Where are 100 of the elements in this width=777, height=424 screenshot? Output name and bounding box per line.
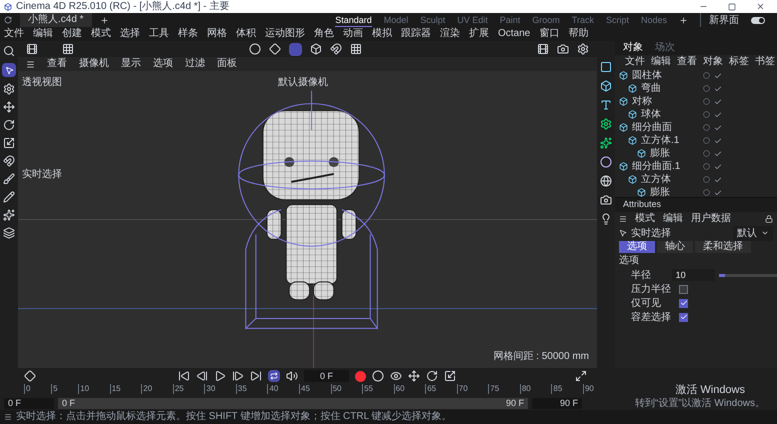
render-settings-icon[interactable]	[577, 43, 589, 55]
view-menu-item[interactable]: 面板	[217, 59, 237, 69]
previous-frame-icon[interactable]	[196, 370, 208, 382]
object-name[interactable]: 对称	[632, 96, 652, 106]
light-icon[interactable]	[600, 213, 612, 225]
view-menu-item[interactable]: 过滤	[185, 59, 205, 69]
film-icon[interactable]	[26, 43, 38, 55]
menu-item[interactable]: 文件	[4, 29, 24, 39]
plane-icon[interactable]	[600, 61, 612, 73]
panel-menu-item[interactable]: 用户数据	[691, 214, 731, 224]
object-name[interactable]: 细分曲面.1	[632, 162, 680, 172]
toggle-switch[interactable]	[751, 16, 765, 24]
checkbox[interactable]	[679, 312, 688, 322]
menu-item[interactable]: 扩展	[469, 29, 489, 39]
view-menu-item[interactable]: 查看	[47, 59, 67, 69]
first-frame-icon[interactable]	[178, 370, 190, 382]
sound-icon[interactable]	[286, 370, 298, 382]
menu-item[interactable]: 编辑	[33, 29, 53, 39]
preset-dropdown[interactable]: 默认	[733, 226, 773, 240]
object-mode-icon[interactable]	[310, 43, 322, 55]
object-name[interactable]: 弯曲	[641, 84, 661, 94]
menu-item[interactable]: 角色	[314, 29, 334, 39]
panel-menu-item[interactable]: 编辑	[663, 214, 683, 224]
menu-item[interactable]: 窗口	[539, 29, 560, 39]
menu-item[interactable]: 模拟	[372, 29, 392, 39]
layout-tab[interactable]: Track	[572, 14, 594, 26]
camera-name[interactable]: 默认摄像机	[278, 75, 328, 90]
object-name[interactable]: 球体	[641, 110, 661, 120]
visibility-dot-icon[interactable]	[703, 111, 710, 118]
object-name[interactable]: 膨胀	[650, 188, 670, 198]
new-tab-icon[interactable]	[100, 16, 109, 24]
menu-item[interactable]: 选择	[120, 29, 140, 39]
play-icon[interactable]	[214, 370, 226, 382]
end-frame-field[interactable]: 90 F	[532, 398, 582, 409]
view-icon[interactable]	[390, 370, 402, 382]
lock-icon[interactable]	[765, 215, 773, 223]
view-menu-item[interactable]: 显示	[121, 59, 141, 69]
visibility-dot-icon[interactable]	[703, 150, 710, 157]
maximize-icon[interactable]	[728, 2, 736, 10]
rotate-key-icon[interactable]	[426, 370, 438, 382]
menu-item[interactable]: 网格	[207, 29, 227, 39]
view-menu-item[interactable]: 摄像机	[79, 59, 109, 69]
menu-icon[interactable]	[619, 215, 627, 223]
scale-icon[interactable]	[3, 137, 15, 149]
range-bar[interactable]: 0 F 90 F	[58, 398, 528, 409]
camera-icon[interactable]	[600, 194, 612, 206]
menu-item[interactable]: 跟踪器	[401, 29, 431, 39]
menu-item[interactable]: 运动图形	[265, 29, 305, 39]
menu-item[interactable]: 创建	[62, 29, 82, 39]
loop-button[interactable]	[268, 370, 280, 382]
menu-item[interactable]: 模式	[91, 29, 111, 39]
visibility-dot-icon[interactable]	[703, 85, 710, 92]
visibility-dot-icon[interactable]	[703, 72, 710, 79]
timeline-ruler[interactable]: 0 5 10 15 20 25 30 35 40 45 50 55 60 65 70 75 80 85 90	[24, 384, 594, 397]
view-menu-icon[interactable]	[26, 60, 35, 68]
panel-menu-item[interactable]: 对象	[703, 57, 723, 67]
move-key-icon[interactable]	[408, 370, 420, 382]
panel-menu-item[interactable]: 文件	[625, 57, 645, 67]
object-name[interactable]: 立方体	[641, 174, 671, 184]
keyframe-icon[interactable]	[24, 370, 36, 382]
layout-tab[interactable]: Model	[384, 14, 408, 26]
visibility-dot-icon[interactable]	[703, 163, 710, 170]
record-button[interactable]	[355, 370, 366, 382]
frame-field[interactable]: 0 F	[304, 370, 350, 382]
attribute-tab[interactable]: 柔和选择	[695, 241, 751, 253]
gear-icon[interactable]	[600, 118, 612, 130]
sparkle-icon[interactable]	[3, 209, 15, 221]
view-menu-item[interactable]: 选项	[153, 59, 173, 69]
panel-tab[interactable]: 对象	[623, 43, 643, 53]
select-tool-button[interactable]	[2, 63, 16, 77]
document-tab[interactable]: 小熊人.c4d *	[20, 13, 92, 27]
checkbox[interactable]	[679, 298, 688, 308]
panel-menu-item[interactable]: 模式	[635, 214, 655, 224]
pencil-icon[interactable]	[3, 191, 15, 203]
menu-item[interactable]: Octane	[498, 29, 530, 39]
panel-menu-item[interactable]: 查看	[677, 57, 697, 67]
layout-tab[interactable]: Groom	[532, 14, 560, 26]
menu-item[interactable]: 样条	[178, 29, 198, 39]
globe-icon[interactable]	[600, 175, 612, 187]
layout-tab[interactable]: Sculpt	[420, 14, 446, 26]
radius-slider[interactable]	[718, 274, 777, 276]
snap-icon[interactable]	[330, 43, 342, 55]
menu-item[interactable]: 渲染	[440, 29, 460, 39]
visibility-dot-icon[interactable]	[703, 137, 710, 144]
layout-tab[interactable]: Nodes	[640, 14, 667, 26]
layout-tab[interactable]: UV Edit	[457, 14, 488, 26]
panel-menu-item[interactable]: 书签	[755, 57, 775, 67]
object-name[interactable]: 细分曲面	[632, 122, 672, 132]
gear-icon[interactable]	[3, 83, 15, 95]
brush-icon[interactable]	[3, 173, 15, 185]
layers-icon[interactable]	[3, 227, 15, 239]
layout-tab[interactable]: Paint	[500, 14, 520, 26]
start-frame-field[interactable]: 0 F	[4, 398, 54, 409]
object-name[interactable]: 圆柱体	[632, 70, 662, 80]
expand-icon[interactable]	[575, 370, 587, 382]
checkbox[interactable]	[679, 284, 688, 294]
visibility-dot-icon[interactable]	[703, 176, 710, 183]
menu-item[interactable]: 帮助	[568, 29, 588, 39]
render-icon[interactable]	[557, 43, 569, 55]
move-icon[interactable]	[3, 101, 15, 113]
